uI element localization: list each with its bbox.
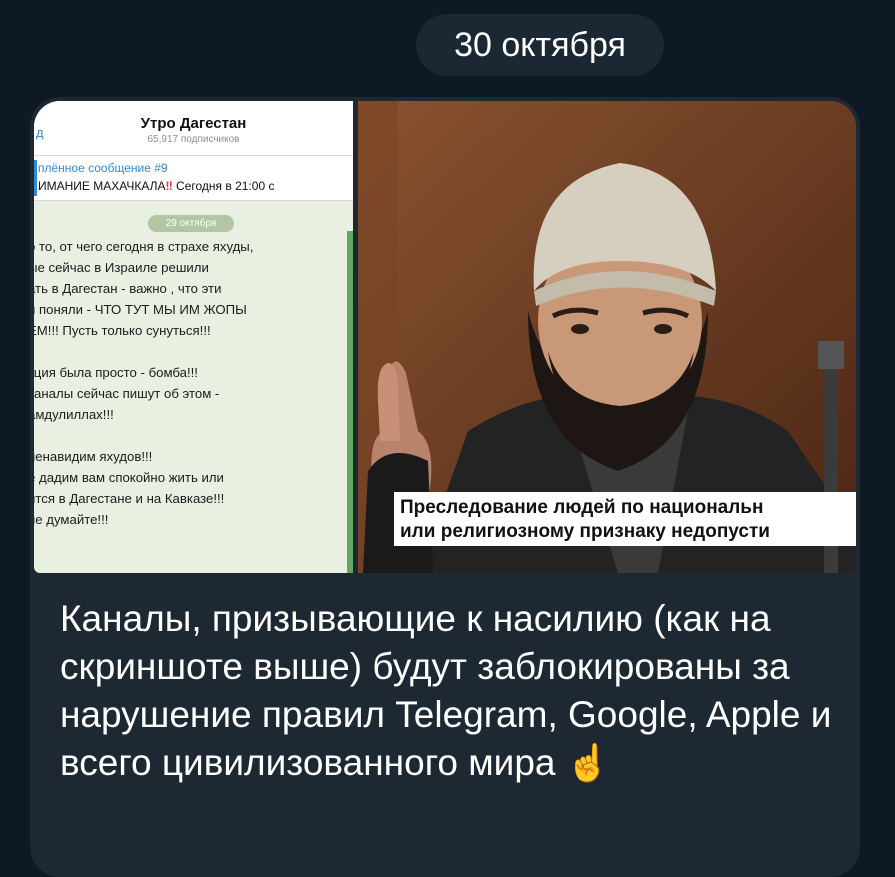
message-paragraph: кция была просто - бомба!!! каналы сейча…	[34, 362, 338, 425]
message-line: не думайте!!!	[34, 512, 109, 527]
message-line: ать в Дагестан - важно , что эти	[34, 281, 222, 296]
message-line: ится в Дагестане и на Кавказе!!!	[34, 491, 225, 506]
message-body: Каналы, призывающие к насилию (как на ск…	[60, 598, 832, 783]
message-line: амдулиллах!!!	[34, 407, 114, 422]
message-line: ЕМ!!! Пусть только сунуться!!!	[34, 323, 211, 338]
message-line: ые сейчас в Израиле решили	[34, 260, 209, 275]
message-paragraph: ненавидим яхудов!!! е дадим вам спокойно…	[34, 446, 338, 530]
screenshot-channel-header: д Утро Дагестан 65,917 подписчиков	[34, 101, 353, 156]
pointing-up-icon: ☝️	[565, 742, 611, 783]
screenshot-subscriber-count: 65,917 подписчиков	[147, 134, 240, 145]
screenshot-message-text: о то, от чего сегодня в страхе яхуды, ые…	[34, 236, 338, 556]
message-line: и поняли - ЧТО ТУТ МЫ ИМ ЖОПЫ	[34, 302, 247, 317]
caption-line: Преследование людей по национальн	[400, 497, 764, 518]
photo-image[interactable]: Преследование людей по национальн или ре…	[358, 101, 856, 573]
message-line: е дадим вам спокойно жить или	[34, 470, 224, 485]
screenshot-image[interactable]: д Утро Дагестан 65,917 подписчиков плённ…	[34, 101, 353, 573]
message-line: кция была просто - бомба!!!	[34, 365, 198, 380]
message-paragraph: о то, от чего сегодня в страхе яхуды, ые…	[34, 236, 338, 341]
screenshot-pinned-message: плённое сообщение #9 ИМАНИЕ МАХАЧКАЛА‼ С…	[34, 156, 353, 201]
caption-line: или религиозному признаку недопусти	[400, 521, 770, 542]
pinned-text-prefix: ИМАНИЕ МАХАЧКАЛА	[38, 179, 166, 193]
date-label: 30 октября	[454, 25, 626, 64]
message-line: ненавидим яхудов!!!	[34, 449, 153, 464]
message-line: о то, от чего сегодня в страхе яхуды,	[34, 239, 254, 254]
pinned-label: плённое сообщение #9	[38, 161, 168, 175]
screenshot-edge-strip	[347, 231, 353, 573]
pinned-accent-bar	[34, 160, 37, 196]
message-line: каналы сейчас пишут об этом -	[34, 386, 220, 401]
screenshot-channel-title: Утро Дагестан	[140, 115, 247, 132]
pinned-text-suffix: Сегодня в 21:00 с	[172, 179, 275, 193]
photo-caption: Преследование людей по национальн или ре…	[394, 492, 856, 546]
message-text: Каналы, призывающие к насилию (как на ск…	[60, 595, 840, 787]
date-chip: 30 октября	[416, 14, 664, 76]
pinned-alert-icon: ‼	[165, 179, 173, 193]
message-bubble[interactable]: д Утро Дагестан 65,917 подписчиков плённ…	[30, 97, 860, 877]
screenshot-day-chip: 29 октября	[148, 215, 234, 232]
pinned-text: ИМАНИЕ МАХАЧКАЛА‼ Сегодня в 21:00 с	[38, 179, 274, 193]
